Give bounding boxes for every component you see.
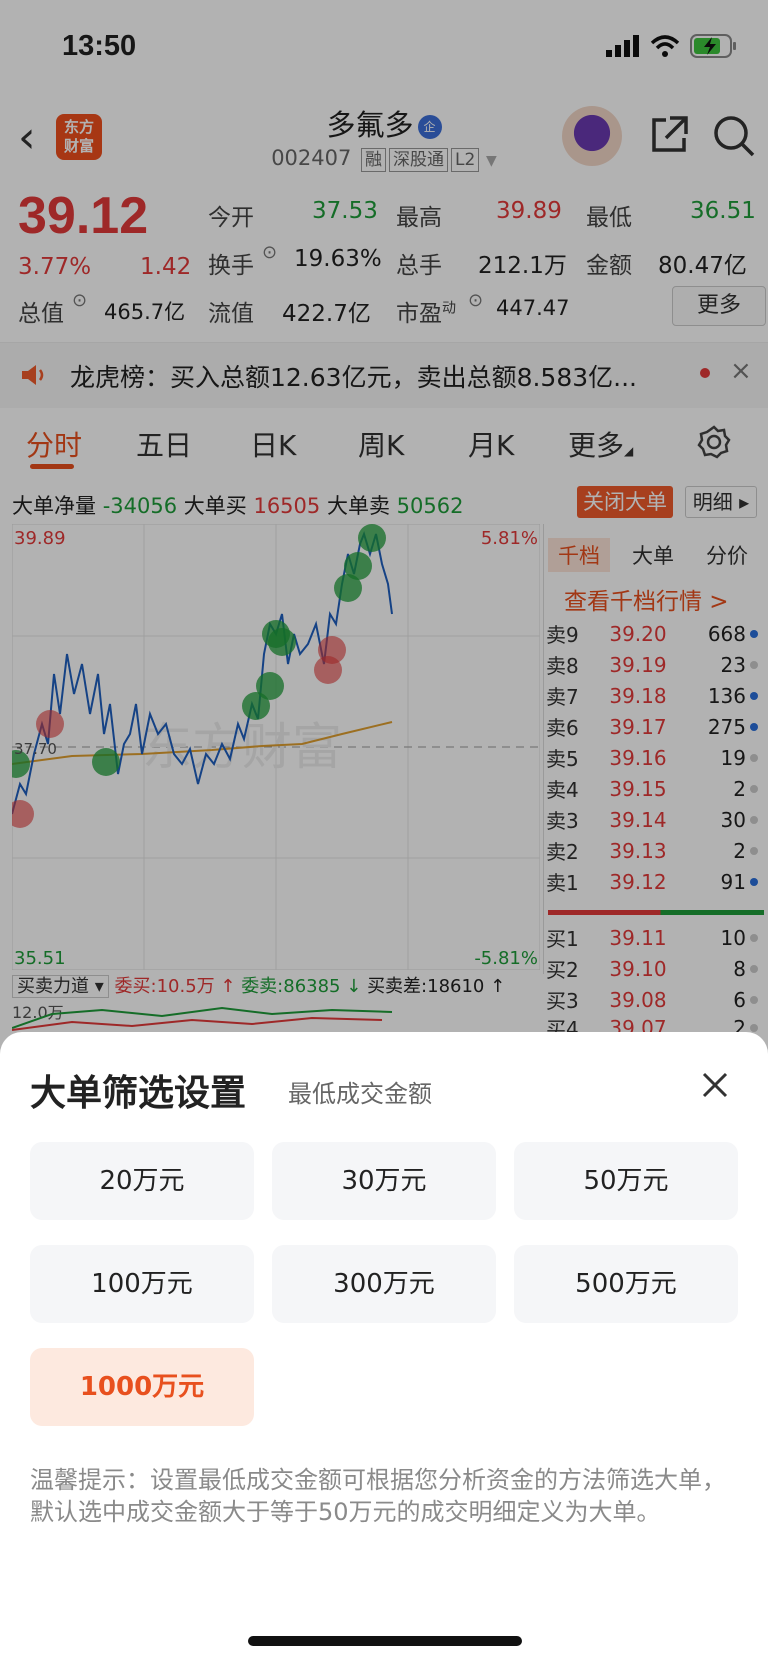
sheet-subtitle: 最低成交金额	[288, 1080, 432, 1108]
close-icon[interactable]	[700, 1070, 730, 1100]
option-20w[interactable]: 20万元	[30, 1142, 254, 1220]
option-500w[interactable]: 500万元	[514, 1245, 738, 1323]
home-indicator[interactable]	[248, 1636, 522, 1646]
tip-text: 温馨提示：设置最低成交金额可根据您分析资金的方法筛选大单，默认选中成交金额大于等…	[30, 1466, 726, 1526]
option-300w[interactable]: 300万元	[272, 1245, 496, 1323]
option-100w[interactable]: 100万元	[30, 1245, 254, 1323]
option-1000w[interactable]: 1000万元	[30, 1348, 254, 1426]
sheet-title: 大单筛选设置	[30, 1073, 247, 1114]
option-50w[interactable]: 50万元	[514, 1142, 738, 1220]
option-30w[interactable]: 30万元	[272, 1142, 496, 1220]
